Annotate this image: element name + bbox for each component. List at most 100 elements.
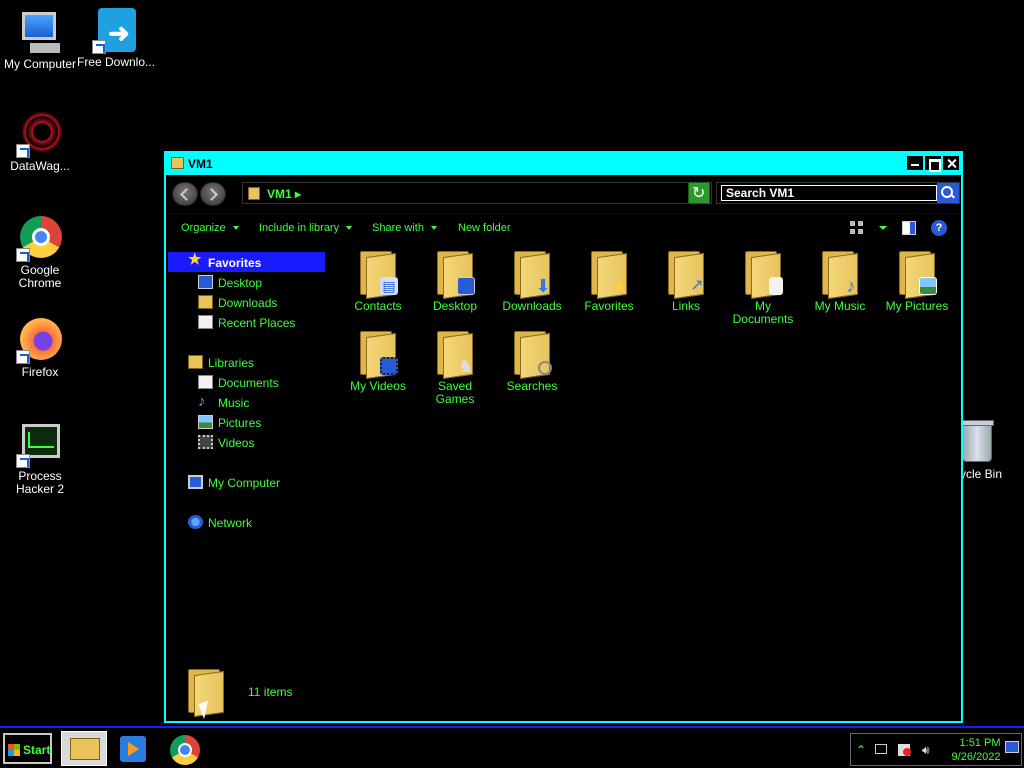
nav-pictures[interactable]: Pictures xyxy=(168,412,325,432)
share-with-button[interactable]: Share with xyxy=(372,222,437,234)
folder-item-my-documents[interactable]: My Documents xyxy=(725,251,801,326)
explorer-icon xyxy=(70,738,100,760)
shortcut-arrow-icon xyxy=(16,454,30,468)
taskbar-media-player-button[interactable] xyxy=(110,731,156,766)
window-title: VM1 xyxy=(188,157,213,171)
maximize-button[interactable] xyxy=(925,156,941,172)
desktop-icon-datawag[interactable]: DataWag... xyxy=(0,110,80,173)
chrome-icon xyxy=(16,214,64,262)
pictures-folder-icon xyxy=(899,251,937,300)
favorites-folder-icon: ★ xyxy=(591,251,628,300)
include-in-library-button[interactable]: Include in library xyxy=(259,222,353,234)
nav-label: Network xyxy=(208,516,253,530)
system-tray: ⌃ 🔊︎ 1:51 PM 9/26/2022 xyxy=(850,733,1022,766)
minimize-button[interactable] xyxy=(907,156,923,170)
folder-item-saved-games[interactable]: ♞ Saved Games xyxy=(417,331,493,406)
title-bar[interactable]: VM1 xyxy=(166,153,961,175)
command-bar: Organize Include in library Share with N… xyxy=(168,213,959,241)
search-input[interactable] xyxy=(721,185,937,201)
folder-item-desktop[interactable]: Desktop xyxy=(417,251,493,313)
folder-label: My Music xyxy=(814,299,866,313)
desktop-icon-label: DataWag... xyxy=(10,159,70,173)
nav-label: Music xyxy=(218,396,250,410)
nav-network[interactable]: Network xyxy=(168,512,325,532)
folder-item-my-videos[interactable]: My Videos xyxy=(340,331,416,393)
nav-recent-places[interactable]: Recent Places xyxy=(168,312,325,332)
refresh-button[interactable] xyxy=(688,182,710,204)
desktop-icon-label: Free Downlo... xyxy=(76,55,156,69)
nav-label: Videos xyxy=(218,436,255,450)
back-button[interactable] xyxy=(172,182,198,206)
new-folder-label: New folder xyxy=(458,222,511,234)
taskbar: Start ⌃ 🔊︎ 1:51 PM 9/26/2022 xyxy=(0,726,1024,768)
taskbar-chrome-button[interactable] xyxy=(162,731,208,766)
navigation-pane: ★ Favorites Desktop Downloads Recent Pla… xyxy=(168,249,328,629)
desktop-icon-label: Process Hacker 2 xyxy=(15,469,65,496)
organize-button[interactable]: Organize xyxy=(181,222,239,234)
desktop-icon-google-chrome[interactable]: Google Chrome xyxy=(0,214,80,290)
desktop-icon-firefox[interactable]: Firefox xyxy=(0,316,80,379)
nav-my-computer[interactable]: My Computer xyxy=(168,472,325,492)
help-icon[interactable]: ? xyxy=(931,220,947,236)
folder-item-searches[interactable]: Searches xyxy=(494,331,570,393)
nav-libraries[interactable]: Libraries xyxy=(168,352,325,372)
clock-time[interactable]: 1:51 PM xyxy=(955,737,1005,749)
clock-date[interactable]: 9/26/2022 xyxy=(945,751,1007,763)
nav-downloads[interactable]: Downloads xyxy=(168,292,325,312)
nav-videos[interactable]: Videos xyxy=(168,432,325,452)
file-list: ▤ Contacts Desktop ⬇ Downloads ★ Favorit… xyxy=(346,247,956,547)
documents-icon xyxy=(198,375,213,389)
nav-desktop[interactable]: Desktop xyxy=(168,272,325,292)
close-button[interactable] xyxy=(943,156,959,170)
folder-label: Favorites xyxy=(584,299,634,313)
nav-label: Documents xyxy=(218,376,279,390)
chevron-down-icon[interactable] xyxy=(879,226,887,230)
computer-icon xyxy=(16,8,64,56)
show-desktop-icon[interactable] xyxy=(1005,741,1019,753)
shortcut-arrow-icon xyxy=(16,248,30,262)
volume-icon[interactable]: 🔊︎ xyxy=(922,744,936,756)
new-folder-button[interactable]: New folder xyxy=(458,222,511,234)
forward-button[interactable] xyxy=(200,182,226,206)
start-button[interactable]: Start xyxy=(3,733,52,764)
preview-pane-icon[interactable] xyxy=(902,221,916,235)
folder-icon xyxy=(171,157,184,169)
folder-label: My Pictures xyxy=(885,299,949,313)
nav-music[interactable]: ♪ Music xyxy=(168,392,325,412)
folder-item-my-pictures[interactable]: My Pictures xyxy=(879,251,955,313)
libraries-icon xyxy=(188,355,203,369)
nav-documents[interactable]: Documents xyxy=(168,372,325,392)
breadcrumb[interactable]: VM1 ▸ xyxy=(267,187,301,201)
nav-label: Libraries xyxy=(208,356,255,370)
folder-label: Downloads xyxy=(502,299,562,313)
change-view-icon[interactable] xyxy=(850,221,864,235)
shortcut-arrow-icon xyxy=(16,144,30,158)
saved-games-folder-icon: ♞ xyxy=(437,331,474,380)
item-count: 11 items xyxy=(248,685,293,699)
chevron-down-icon xyxy=(430,226,437,231)
address-bar[interactable]: VM1 ▸ xyxy=(242,182,712,204)
chevron-down-icon xyxy=(232,226,239,231)
folder-item-downloads[interactable]: ⬇ Downloads xyxy=(494,251,570,313)
nav-favorites[interactable]: ★ Favorites xyxy=(168,252,325,272)
folder-label: Saved Games xyxy=(435,379,475,406)
search-icon[interactable] xyxy=(937,183,959,203)
folder-item-links[interactable]: ↗ Links xyxy=(648,251,724,313)
searches-folder-icon xyxy=(514,331,552,380)
folder-item-my-music[interactable]: ♪ My Music xyxy=(802,251,878,313)
show-hidden-icons-icon[interactable]: ⌃ xyxy=(856,744,870,756)
desktop-icon-my-computer[interactable]: My Computer xyxy=(0,8,80,71)
folder-item-favorites[interactable]: ★ Favorites xyxy=(571,251,647,313)
downloads-folder-icon xyxy=(198,295,213,309)
folder-label: Desktop xyxy=(432,299,478,313)
recent-places-icon xyxy=(198,315,213,329)
taskbar-explorer-button[interactable] xyxy=(61,731,107,766)
desktop-icon-process-hacker[interactable]: Process Hacker 2 xyxy=(0,420,80,496)
search-box[interactable] xyxy=(716,182,960,204)
network-tray-icon[interactable] xyxy=(875,744,887,754)
desktop-folder-icon xyxy=(437,251,475,300)
explorer-window[interactable]: VM1 VM1 ▸ Organize Include in library Sh… xyxy=(164,151,963,723)
include-in-library-label: Include in library xyxy=(259,222,340,234)
desktop-icon-free-download[interactable]: ➜ Free Downlo... xyxy=(76,6,156,69)
folder-item-contacts[interactable]: ▤ Contacts xyxy=(340,251,416,313)
